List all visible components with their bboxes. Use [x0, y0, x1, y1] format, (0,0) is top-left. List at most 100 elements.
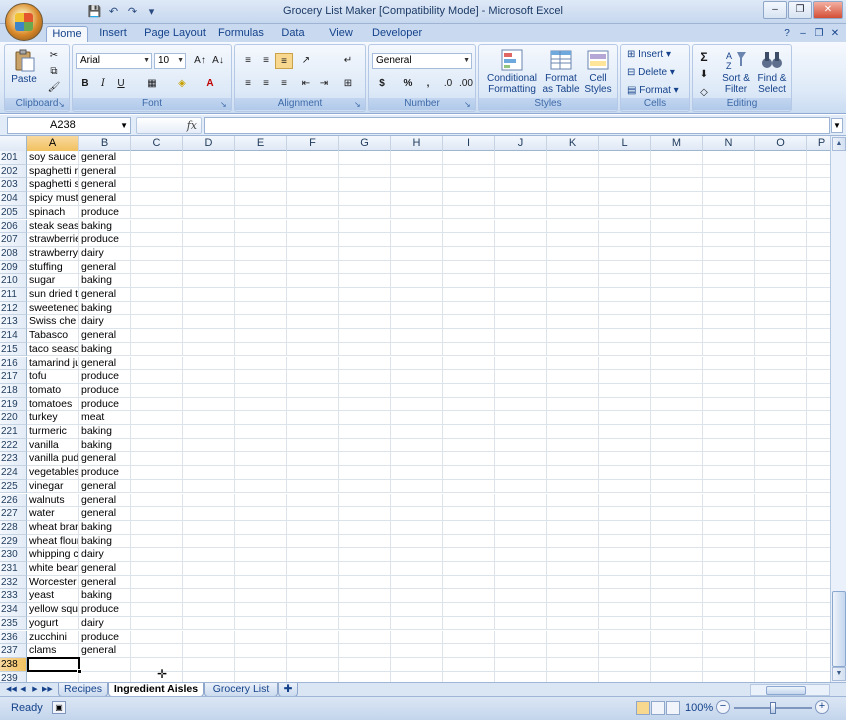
- cell-c[interactable]: [131, 342, 183, 357]
- cell-k[interactable]: [547, 452, 599, 467]
- cell-b[interactable]: general: [79, 288, 131, 302]
- cell-k[interactable]: [547, 233, 599, 247]
- cell-l[interactable]: [599, 603, 651, 617]
- cell-l[interactable]: [599, 452, 651, 467]
- first-sheet-icon[interactable]: ◀◀: [6, 684, 17, 695]
- cell-h[interactable]: [391, 479, 443, 494]
- cell-e[interactable]: [235, 616, 287, 631]
- cell-i[interactable]: [443, 301, 495, 316]
- cell-j[interactable]: [495, 493, 547, 508]
- restore-button[interactable]: ❐: [788, 1, 812, 19]
- row-header[interactable]: 226: [0, 493, 27, 508]
- cell-b[interactable]: produce: [79, 370, 131, 384]
- cell-p[interactable]: [807, 384, 830, 398]
- cell-g[interactable]: [339, 562, 391, 576]
- cell-m[interactable]: [651, 616, 703, 631]
- prev-sheet-icon[interactable]: ◀: [18, 684, 28, 695]
- cell-k[interactable]: [547, 342, 599, 357]
- cell-m[interactable]: [651, 260, 703, 275]
- cell-n[interactable]: [703, 164, 755, 179]
- cell-a[interactable]: vinegar: [27, 479, 79, 494]
- cell-d[interactable]: [183, 151, 235, 165]
- cell-e[interactable]: [235, 548, 287, 562]
- cell-h[interactable]: [391, 616, 443, 631]
- cell-i[interactable]: [443, 520, 495, 535]
- align-right-icon[interactable]: ≡: [275, 76, 293, 92]
- cell-a[interactable]: Worcester: [27, 575, 79, 590]
- cell-m[interactable]: [651, 644, 703, 658]
- cell-h[interactable]: [391, 603, 443, 617]
- cell-f[interactable]: [287, 315, 339, 330]
- row-header[interactable]: 231: [0, 562, 27, 576]
- cell-p[interactable]: [807, 220, 830, 234]
- cell-p[interactable]: [807, 507, 830, 521]
- cell-o[interactable]: [755, 397, 807, 412]
- row-header[interactable]: 238: [0, 657, 27, 672]
- cell-c[interactable]: [131, 479, 183, 494]
- cell-m[interactable]: [651, 548, 703, 562]
- cell-m[interactable]: [651, 575, 703, 590]
- cell-p[interactable]: [807, 631, 830, 645]
- cell-f[interactable]: [287, 260, 339, 275]
- cell-l[interactable]: [599, 288, 651, 302]
- align-center-icon[interactable]: ≡: [257, 76, 275, 92]
- cell-j[interactable]: [495, 657, 547, 672]
- cell-p[interactable]: [807, 658, 830, 672]
- cell-b[interactable]: baking: [79, 520, 131, 535]
- cell-k[interactable]: [547, 315, 599, 330]
- cell-e[interactable]: [235, 329, 287, 343]
- cell-e[interactable]: [235, 246, 287, 261]
- cell-p[interactable]: [807, 247, 830, 261]
- cell-h[interactable]: [391, 644, 443, 658]
- cell-o[interactable]: [755, 466, 807, 480]
- cell-p[interactable]: [807, 548, 830, 562]
- cell-f[interactable]: [287, 246, 339, 261]
- cell-m[interactable]: [651, 383, 703, 398]
- cell-d[interactable]: [183, 657, 235, 672]
- cell-j[interactable]: [495, 342, 547, 357]
- cell-a[interactable]: wheat bran: [27, 520, 79, 535]
- cell-i[interactable]: [443, 219, 495, 234]
- row-header[interactable]: 230: [0, 548, 27, 562]
- cell-g[interactable]: [339, 288, 391, 302]
- last-sheet-icon[interactable]: ▶▶: [42, 684, 53, 695]
- name-box[interactable]: A238 ▼: [7, 117, 131, 134]
- cell-b[interactable]: meat: [79, 411, 131, 425]
- cell-n[interactable]: [703, 548, 755, 562]
- cell-m[interactable]: [651, 520, 703, 535]
- cell-n[interactable]: [703, 603, 755, 617]
- cell-m[interactable]: [651, 562, 703, 576]
- cell-n[interactable]: [703, 411, 755, 425]
- cell-o[interactable]: [755, 233, 807, 247]
- cell-i[interactable]: [443, 603, 495, 617]
- cell-c[interactable]: [131, 520, 183, 535]
- tab-formulas[interactable]: Formulas: [218, 26, 264, 43]
- cell-e[interactable]: [235, 192, 287, 206]
- cell-i[interactable]: [443, 370, 495, 384]
- cell-d[interactable]: [183, 301, 235, 316]
- column-header-m[interactable]: M: [651, 136, 703, 151]
- cell-j[interactable]: [495, 644, 547, 658]
- cell-l[interactable]: [599, 630, 651, 645]
- underline-button[interactable]: U: [112, 76, 130, 92]
- cell-l[interactable]: [599, 493, 651, 508]
- cell-i[interactable]: [443, 246, 495, 261]
- copy-icon[interactable]: ⧉: [45, 64, 63, 80]
- cell-n[interactable]: [703, 507, 755, 521]
- cell-m[interactable]: [651, 342, 703, 357]
- cell-m[interactable]: [651, 288, 703, 302]
- cell-i[interactable]: [443, 438, 495, 453]
- column-header-e[interactable]: E: [235, 136, 287, 151]
- cell-l[interactable]: [599, 178, 651, 193]
- cell-g[interactable]: [339, 151, 391, 165]
- cell-f[interactable]: [287, 301, 339, 316]
- shrink-font-icon[interactable]: A↓: [209, 53, 227, 69]
- cell-j[interactable]: [495, 438, 547, 453]
- decrease-decimal-icon[interactable]: .00: [457, 76, 475, 92]
- column-header-j[interactable]: J: [495, 136, 547, 151]
- cell-g[interactable]: [339, 205, 391, 220]
- cell-m[interactable]: [651, 233, 703, 247]
- cell-m[interactable]: [651, 397, 703, 412]
- cell-i[interactable]: [443, 356, 495, 371]
- cell-l[interactable]: [599, 205, 651, 220]
